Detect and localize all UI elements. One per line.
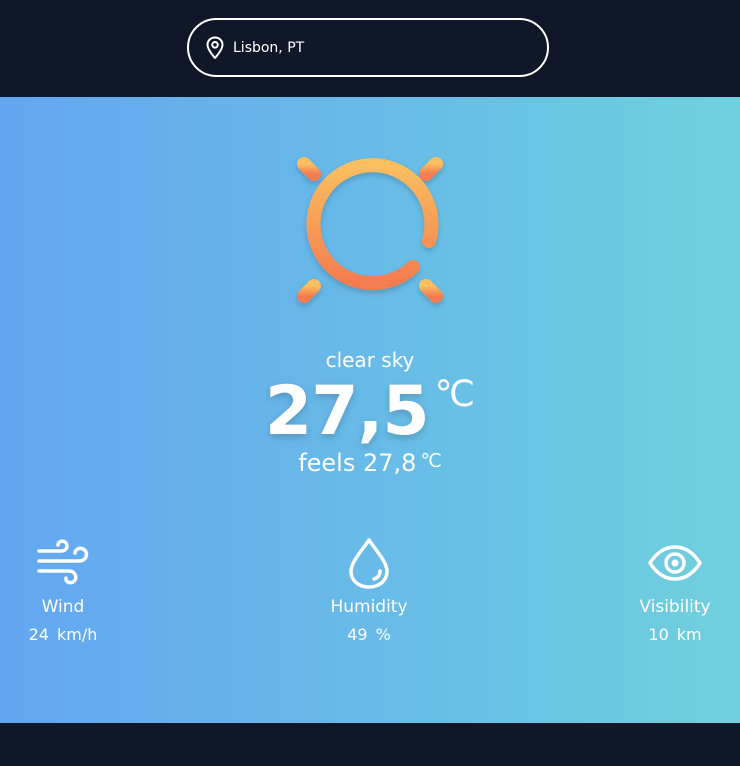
stat-visibility-number: 10 — [648, 625, 669, 644]
bottom-bar — [0, 723, 740, 766]
feels-unit: ℃ — [420, 450, 442, 472]
stat-wind: Wind 24 km/h — [3, 537, 123, 644]
stat-visibility-label: Visibility — [639, 597, 711, 617]
search-input[interactable] — [233, 35, 513, 60]
sun-icon — [271, 131, 469, 329]
temperature: 27,5 ℃ — [0, 372, 740, 451]
stat-visibility: Visibility 10 km — [615, 537, 735, 644]
top-bar — [0, 0, 740, 97]
stat-humidity-label: Humidity — [330, 597, 408, 617]
stat-visibility-unit: km — [676, 625, 702, 644]
temperature-unit: ℃ — [434, 374, 476, 415]
wind-icon — [37, 539, 89, 585]
stat-humidity-number: 49 — [347, 625, 368, 644]
stat-humidity-unit: % — [375, 625, 391, 644]
stat-wind-unit: km/h — [56, 625, 98, 644]
stat-wind-number: 24 — [28, 625, 49, 644]
map-pin-icon — [206, 36, 224, 59]
feels-like: feels 27,8 ℃ — [0, 449, 740, 477]
stat-visibility-value: 10 km — [615, 625, 735, 644]
stat-wind-label: Wind — [41, 597, 85, 617]
weather-app: clear sky 27,5℃ feels 27,8℃ Wind 24km/h … — [0, 0, 740, 766]
location-search[interactable] — [187, 18, 549, 77]
stat-wind-value: 24 km/h — [3, 625, 123, 644]
droplet-icon — [349, 538, 389, 589]
temperature-value: 27,5 — [264, 372, 430, 451]
eye-icon — [648, 545, 702, 581]
stat-humidity: Humidity 49% — [309, 537, 429, 644]
feels-value: 27,8 — [363, 449, 417, 477]
feels-label: feels — [298, 449, 356, 477]
stat-humidity-value: 49% — [309, 625, 429, 644]
weather-condition: clear sky — [325, 348, 415, 372]
